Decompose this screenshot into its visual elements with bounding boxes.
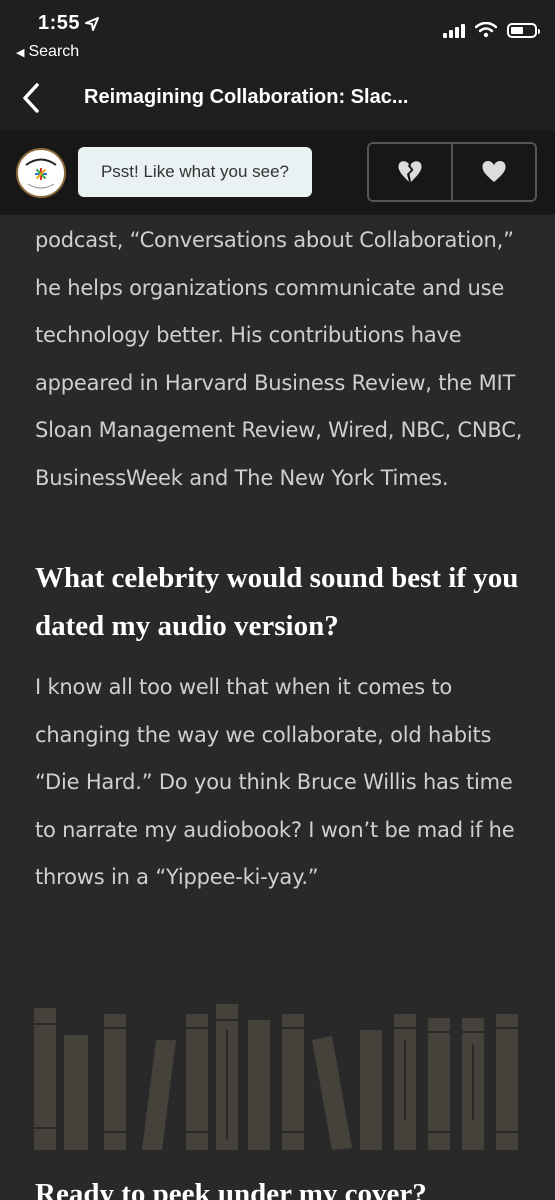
battery-icon	[507, 22, 540, 38]
article-paragraph: I know all too well that when it comes t…	[35, 675, 515, 889]
feedback-prompt-bubble: Psst! Like what you see?	[78, 147, 312, 197]
page-title: Reimagining Collaboration: Slac...	[84, 86, 409, 108]
dislike-button[interactable]	[369, 144, 451, 200]
status-time: 1:55	[38, 12, 100, 35]
status-icons	[443, 22, 540, 38]
broken-heart-icon	[398, 161, 422, 182]
back-to-search-label: Search	[28, 43, 80, 60]
bookshelf-divider-illustration	[34, 1004, 518, 1150]
header: 1:55 ◀ Search Reimagining Collaboration:…	[0, 0, 555, 130]
status-time-text: 1:55	[38, 12, 81, 34]
feedback-bar: Psst! Like what you see?	[0, 130, 555, 215]
section-heading: Ready to peek under my cover?	[35, 1178, 427, 1200]
location-arrow-icon	[85, 16, 100, 31]
author-logo-avatar	[16, 148, 66, 198]
section-heading: What celebrity would sound best if you d…	[35, 562, 519, 642]
chevron-left-icon	[23, 83, 39, 113]
back-button[interactable]	[14, 80, 48, 116]
heart-icon	[482, 160, 506, 182]
article-paragraph: podcast, “Conversations about Collaborat…	[35, 228, 523, 490]
feedback-prompt-text: Psst! Like what you see?	[100, 162, 290, 181]
article-content: podcast, “Conversations about Collaborat…	[35, 215, 525, 902]
like-button[interactable]	[451, 144, 535, 200]
vote-buttons	[367, 142, 537, 202]
app-screen: 1:55 ◀ Search Reimagining Collaboration:…	[0, 0, 555, 1200]
cellular-signal-icon	[443, 22, 465, 38]
wifi-icon	[475, 22, 497, 38]
back-to-search-link[interactable]: ◀ Search	[16, 43, 79, 61]
back-triangle-icon: ◀	[16, 46, 25, 59]
